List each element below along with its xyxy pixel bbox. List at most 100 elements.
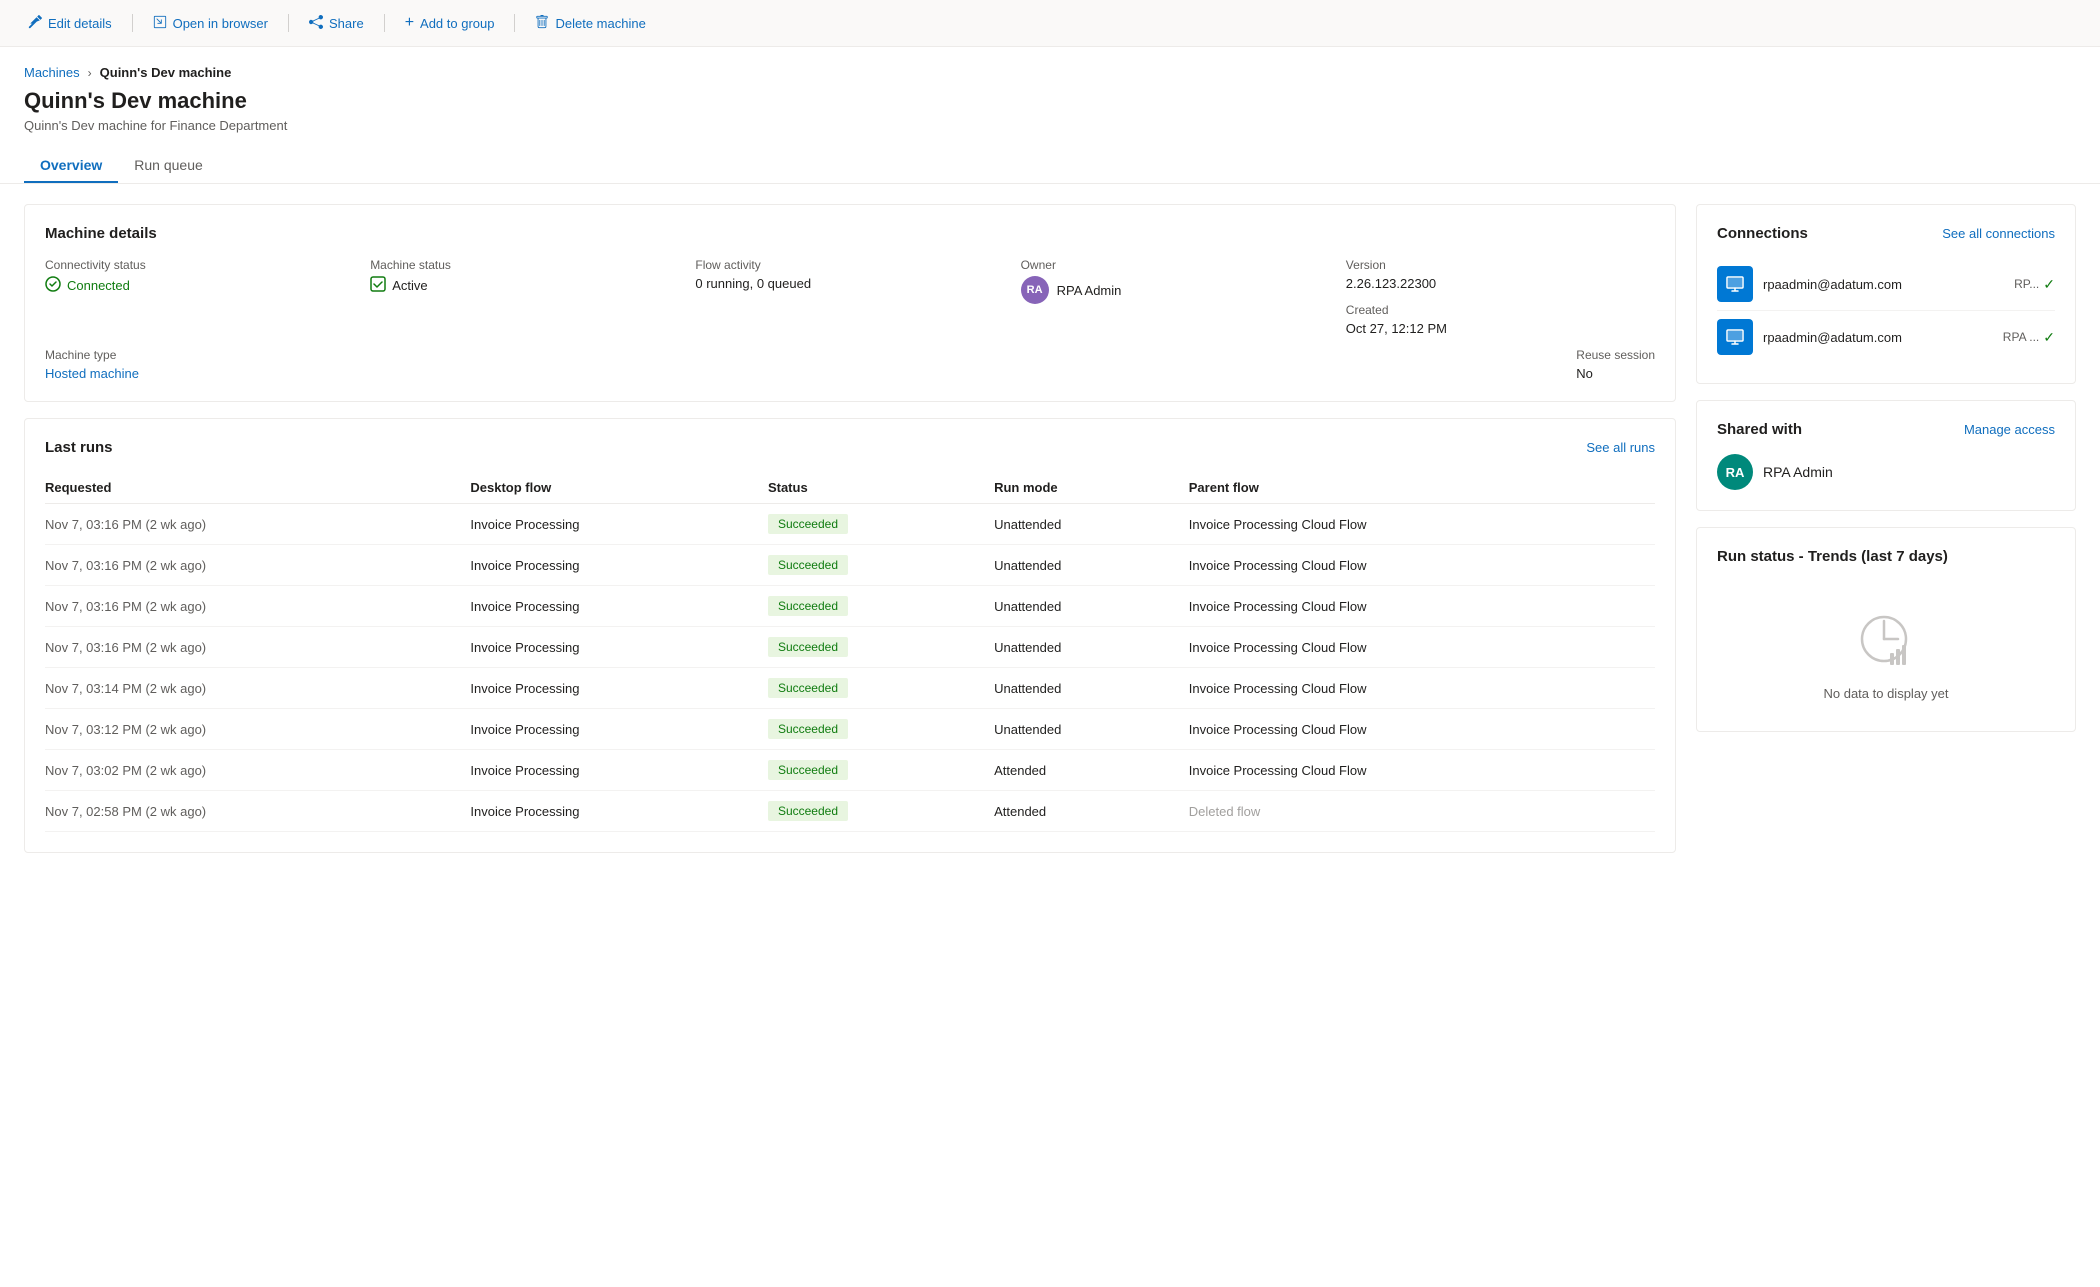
cell-desktop-flow: Invoice Processing — [470, 709, 768, 750]
cell-status: Succeeded — [768, 791, 994, 832]
cell-parent-flow: Invoice Processing Cloud Flow — [1189, 750, 1655, 791]
connection-item-1: rpaadmin@adatum.com RP... ✓ — [1717, 258, 2055, 311]
connection-status-2: RPA ... ✓ — [2003, 329, 2055, 346]
connectivity-status-item: Connectivity status Connected — [45, 258, 354, 336]
version-created-group: Version 2.26.123.22300 Created Oct 27, 1… — [1346, 258, 1655, 336]
delete-machine-button[interactable]: Delete machine — [527, 11, 653, 36]
page-title: Quinn's Dev machine — [24, 88, 2076, 114]
created-label: Created — [1346, 303, 1655, 317]
cell-parent-flow: Invoice Processing Cloud Flow — [1189, 504, 1655, 545]
table-row[interactable]: Nov 7, 03:16 PM (2 wk ago) Invoice Proce… — [45, 504, 1655, 545]
connections-header: Connections See all connections — [1717, 225, 2055, 242]
cell-status: Succeeded — [768, 668, 994, 709]
table-row[interactable]: Nov 7, 03:14 PM (2 wk ago) Invoice Proce… — [45, 668, 1655, 709]
connection-email-2: rpaadmin@adatum.com — [1763, 330, 1993, 345]
owner-item: Owner RA RPA Admin — [1021, 258, 1330, 336]
machine-status-value: Active — [370, 276, 679, 295]
conn-rp-label-2: RPA ... — [2003, 330, 2039, 344]
tabs-bar: Overview Run queue — [0, 137, 2100, 184]
tab-run-queue[interactable]: Run queue — [118, 149, 219, 183]
breadcrumb-separator: › — [88, 66, 92, 80]
toolbar: Edit details Open in browser Share + Add… — [0, 0, 2100, 47]
runs-table-body: Nov 7, 03:16 PM (2 wk ago) Invoice Proce… — [45, 504, 1655, 832]
cell-requested: Nov 7, 03:16 PM (2 wk ago) — [45, 545, 470, 586]
table-row[interactable]: Nov 7, 03:16 PM (2 wk ago) Invoice Proce… — [45, 586, 1655, 627]
runs-table: Requested Desktop flow Status Run mode P… — [45, 472, 1655, 832]
cell-parent-flow: Invoice Processing Cloud Flow — [1189, 627, 1655, 668]
breadcrumb-parent-link[interactable]: Machines — [24, 65, 80, 80]
manage-access-link[interactable]: Manage access — [1964, 422, 2055, 437]
cell-desktop-flow: Invoice Processing — [470, 668, 768, 709]
status-badge: Succeeded — [768, 719, 848, 739]
see-all-connections-link[interactable]: See all connections — [1942, 226, 2055, 241]
connectivity-value: Connected — [45, 276, 354, 295]
table-row[interactable]: Nov 7, 03:12 PM (2 wk ago) Invoice Proce… — [45, 709, 1655, 750]
open-in-browser-button[interactable]: Open in browser — [145, 11, 276, 36]
cell-status: Succeeded — [768, 709, 994, 750]
cell-status: Succeeded — [768, 586, 994, 627]
cell-requested: Nov 7, 03:16 PM (2 wk ago) — [45, 504, 470, 545]
status-badge: Succeeded — [768, 596, 848, 616]
owner-avatar: RA — [1021, 276, 1049, 304]
cell-status: Succeeded — [768, 545, 994, 586]
add-to-group-button[interactable]: + Add to group — [397, 10, 503, 36]
connection-icon-1 — [1717, 266, 1753, 302]
col-desktop-flow: Desktop flow — [470, 472, 768, 504]
cell-requested: Nov 7, 03:12 PM (2 wk ago) — [45, 709, 470, 750]
status-badge: Succeeded — [768, 760, 848, 780]
cell-requested: Nov 7, 03:14 PM (2 wk ago) — [45, 668, 470, 709]
edit-details-button[interactable]: Edit details — [20, 11, 120, 36]
shared-user-avatar: RA — [1717, 454, 1753, 490]
connection-status-1: RP... ✓ — [2014, 276, 2055, 293]
no-data-icon — [1856, 611, 1916, 674]
share-button[interactable]: Share — [301, 11, 372, 36]
cell-requested: Nov 7, 03:16 PM (2 wk ago) — [45, 586, 470, 627]
version-item: Version 2.26.123.22300 — [1346, 258, 1655, 291]
flow-activity-value: 0 running, 0 queued — [695, 276, 1004, 291]
owner-value: RPA Admin — [1057, 283, 1122, 298]
table-row[interactable]: Nov 7, 02:58 PM (2 wk ago) Invoice Proce… — [45, 791, 1655, 832]
cell-desktop-flow: Invoice Processing — [470, 504, 768, 545]
see-all-runs-link[interactable]: See all runs — [1586, 440, 1655, 455]
tab-overview[interactable]: Overview — [24, 149, 118, 183]
separator — [132, 14, 133, 32]
reuse-session-item: Reuse session No — [1576, 348, 1655, 381]
cell-desktop-flow: Invoice Processing — [470, 750, 768, 791]
separator — [288, 14, 289, 32]
machine-type-value[interactable]: Hosted machine — [45, 366, 139, 381]
breadcrumb: Machines › Quinn's Dev machine — [24, 65, 2076, 80]
machine-type-item: Machine type Hosted machine — [45, 348, 139, 381]
machine-details-title: Machine details — [45, 225, 1655, 242]
cell-desktop-flow: Invoice Processing — [470, 791, 768, 832]
owner-label: Owner — [1021, 258, 1330, 272]
open-browser-icon — [153, 15, 167, 32]
cell-run-mode: Attended — [994, 791, 1189, 832]
last-runs-card: Last runs See all runs Requested Desktop… — [24, 418, 1676, 853]
active-check-icon — [370, 276, 386, 295]
cell-run-mode: Unattended — [994, 709, 1189, 750]
cell-requested: Nov 7, 02:58 PM (2 wk ago) — [45, 791, 470, 832]
cell-requested: Nov 7, 03:02 PM (2 wk ago) — [45, 750, 470, 791]
table-row[interactable]: Nov 7, 03:16 PM (2 wk ago) Invoice Proce… — [45, 545, 1655, 586]
created-value: Oct 27, 12:12 PM — [1346, 321, 1655, 336]
cell-run-mode: Unattended — [994, 668, 1189, 709]
col-parent-flow: Parent flow — [1189, 472, 1655, 504]
runs-table-header: Requested Desktop flow Status Run mode P… — [45, 472, 1655, 504]
table-row[interactable]: Nov 7, 03:16 PM (2 wk ago) Invoice Proce… — [45, 627, 1655, 668]
table-row[interactable]: Nov 7, 03:02 PM (2 wk ago) Invoice Proce… — [45, 750, 1655, 791]
cell-run-mode: Attended — [994, 750, 1189, 791]
share-icon — [309, 15, 323, 32]
conn-rp-label-1: RP... — [2014, 277, 2039, 291]
status-badge: Succeeded — [768, 801, 848, 821]
trends-title: Run status - Trends (last 7 days) — [1717, 548, 2055, 565]
cell-parent-flow: Invoice Processing Cloud Flow — [1189, 545, 1655, 586]
flow-activity-item: Flow activity 0 running, 0 queued — [695, 258, 1004, 336]
cell-parent-flow: Invoice Processing Cloud Flow — [1189, 709, 1655, 750]
status-badge: Succeeded — [768, 555, 848, 575]
version-label: Version — [1346, 258, 1655, 272]
connections-title: Connections — [1717, 225, 1808, 242]
flow-activity-label: Flow activity — [695, 258, 1004, 272]
cell-status: Succeeded — [768, 504, 994, 545]
conn-check-icon-1: ✓ — [2043, 276, 2055, 293]
left-column: Machine details Connectivity status Conn… — [24, 204, 1676, 853]
